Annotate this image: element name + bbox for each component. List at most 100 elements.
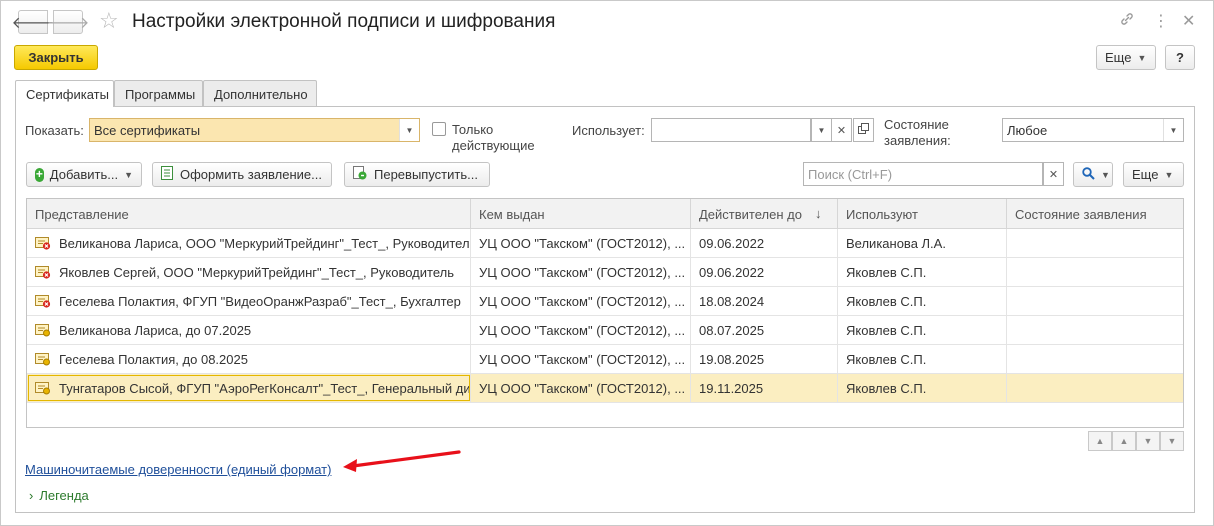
certificate-icon	[35, 382, 50, 395]
table-cell-users: Великанова Л.А.	[838, 229, 1007, 258]
search-input[interactable]: Поиск (Ctrl+F)	[803, 162, 1043, 186]
cell-text: Яковлев Сергей, ООО "МеркурийТрейдинг"_Т…	[59, 265, 454, 280]
add-label: Добавить...	[49, 167, 119, 182]
tab-additional[interactable]: Дополнительно	[203, 80, 317, 106]
apply-request-button[interactable]: Оформить заявление...	[152, 162, 332, 187]
table-cell-valid: 18.08.2024	[691, 287, 838, 316]
certificates-table[interactable]: Представление Кем выдан Действителен до …	[26, 198, 1184, 428]
machine-readable-poa-link[interactable]: Машиночитаемые доверенности (единый форм…	[25, 462, 331, 477]
chevron-down-icon: ▼	[817, 125, 826, 135]
table-row[interactable]: Великанова Лариса, до 07.2025 УЦ ООО "Так…	[27, 316, 1183, 345]
expired-certificate-icon	[35, 295, 51, 308]
table-cell-issuer: УЦ ООО "Такском" (ГОСТ2012), ...	[471, 345, 691, 374]
column-header-request-status[interactable]: Состояние заявления	[1007, 199, 1183, 229]
dropdown-caret-icon: ▼	[1137, 52, 1147, 63]
table-cell-status	[1007, 374, 1183, 403]
cell-text: 18.08.2024	[699, 294, 765, 309]
add-button[interactable]: + Добавить... ▼	[26, 162, 142, 187]
more-vertical-icon[interactable]: ⋮	[1153, 11, 1169, 31]
table-cell-valid: 19.11.2025	[691, 374, 838, 403]
chevron-down-icon[interactable]: ▼	[399, 119, 419, 141]
close-button[interactable]: Закрыть	[14, 45, 98, 70]
uses-input[interactable]	[651, 118, 811, 142]
table-cell-issuer: УЦ ООО "Такском" (ГОСТ2012), ...	[471, 316, 691, 345]
reissue-icon	[353, 166, 367, 183]
cell-text: Великанова Л.А.	[846, 236, 946, 251]
dropdown-caret-icon: ▼	[124, 169, 133, 180]
dropdown-caret-icon: ▼	[1164, 169, 1174, 180]
table-cell-status	[1007, 287, 1183, 316]
column-header-valid-until[interactable]: Действителен до ↓	[691, 199, 838, 229]
column-header-issuer[interactable]: Кем выдан	[471, 199, 691, 229]
table-cell-valid: 09.06.2022	[691, 258, 838, 287]
cell-text: УЦ ООО "Такском" (ГОСТ2012), ...	[479, 381, 686, 396]
only-active-checkbox[interactable]	[432, 122, 446, 136]
table-cell-users: Яковлев С.П.	[838, 374, 1007, 403]
table-cell-users: Яковлев С.П.	[838, 258, 1007, 287]
cell-text: УЦ ООО "Такском" (ГОСТ2012), ...	[479, 236, 686, 251]
table-cell-issuer: УЦ ООО "Такском" (ГОСТ2012), ...	[471, 374, 691, 403]
help-button[interactable]: ?	[1165, 45, 1195, 70]
show-value: Все сертификаты	[94, 122, 201, 138]
search-button[interactable]: ▼	[1073, 162, 1113, 187]
search-icon	[1082, 166, 1095, 183]
table-row[interactable]: Великанова Лариса, ООО "МеркурийТрейдинг…	[27, 229, 1183, 258]
cell-text: Геселева Полактия, до 08.2025	[59, 352, 248, 367]
scroll-top-button[interactable]: ▲	[1088, 431, 1112, 451]
cell-text: 09.06.2022	[699, 265, 765, 280]
cell-text: Великанова Лариса, до 07.2025	[59, 323, 252, 338]
cell-text: Яковлев С.П.	[846, 381, 927, 396]
cell-text: 09.06.2022	[699, 236, 765, 251]
table-cell-status	[1007, 316, 1183, 345]
cell-text: УЦ ООО "Такском" (ГОСТ2012), ...	[479, 265, 686, 280]
clear-x-icon: ✕	[1048, 168, 1059, 181]
add-plus-icon: +	[35, 166, 44, 182]
cell-text: Яковлев С.П.	[846, 294, 927, 309]
tab-programs[interactable]: Программы	[114, 80, 203, 106]
column-header-users[interactable]: Используют	[838, 199, 1007, 229]
more-button-toolbar[interactable]: Еще ▼	[1123, 162, 1184, 187]
search-clear-button[interactable]: ✕	[1043, 162, 1064, 186]
chevron-down-icon[interactable]: ▼	[1163, 119, 1183, 141]
status-select[interactable]: Любое ▼	[1002, 118, 1184, 142]
table-row[interactable]: Яковлев Сергей, ООО "МеркурийТрейдинг"_Т…	[27, 258, 1183, 287]
table-row[interactable]: Тунгатаров Сысой, ФГУП "АэроРегКонсалт"_…	[27, 374, 1183, 403]
valid-until-label: Действителен до	[699, 207, 802, 222]
cell-text: Яковлев С.П.	[846, 323, 927, 338]
table-cell-name: Яковлев Сергей, ООО "МеркурийТрейдинг"_Т…	[27, 258, 471, 287]
scroll-bottom-icon: ▼	[1167, 436, 1177, 446]
column-header-representation[interactable]: Представление	[27, 199, 471, 229]
show-select[interactable]: Все сертификаты ▼	[89, 118, 420, 142]
close-icon[interactable]: ✕	[1182, 11, 1195, 31]
link-icon[interactable]	[1119, 11, 1135, 32]
cell-text: Великанова Лариса, ООО "МеркурийТрейдинг…	[59, 236, 471, 251]
settings-window: 🡐 🡒 ☆ Настройки электронной подписи и ши…	[0, 0, 1214, 526]
table-cell-status	[1007, 229, 1183, 258]
window-title: Настройки электронной подписи и шифрован…	[132, 11, 556, 32]
table-row[interactable]: Геселева Полактия, до 08.2025 УЦ ООО "Так…	[27, 345, 1183, 374]
expired-certificate-icon	[35, 237, 51, 250]
tab-certificates[interactable]: Сертификаты	[15, 80, 114, 107]
legend-toggle[interactable]: › Легенда	[29, 488, 89, 503]
uses-clear-button[interactable]: ✕	[831, 118, 852, 142]
cell-text: Яковлев С.П.	[846, 352, 927, 367]
forward-button[interactable]: 🡒	[47, 10, 89, 34]
table-row[interactable]: Геселева Полактия, ФГУП "ВидеоОранжРазра…	[27, 287, 1183, 316]
scroll-down-button[interactable]: ▼	[1136, 431, 1160, 451]
back-button[interactable]: 🡐	[12, 10, 54, 34]
reissue-button[interactable]: Перевыпустить...	[344, 162, 490, 187]
favorite-star-icon[interactable]: ☆	[99, 8, 119, 34]
table-cell-issuer: УЦ ООО "Такском" (ГОСТ2012), ...	[471, 287, 691, 316]
cell-text: Яковлев С.П.	[846, 265, 927, 280]
more-button-top[interactable]: Еще ▼	[1096, 45, 1156, 70]
scroll-bottom-button[interactable]: ▼	[1160, 431, 1184, 451]
expired-certificate-icon	[35, 266, 51, 279]
cell-text: 08.07.2025	[699, 323, 765, 338]
table-cell-users: Яковлев С.П.	[838, 287, 1007, 316]
cell-text: УЦ ООО "Такском" (ГОСТ2012), ...	[479, 323, 686, 338]
scroll-up-button[interactable]: ▲	[1112, 431, 1136, 451]
uses-open-button[interactable]	[853, 118, 874, 142]
table-cell-issuer: УЦ ООО "Такском" (ГОСТ2012), ...	[471, 258, 691, 287]
clear-x-icon: ✕	[836, 124, 847, 137]
uses-dropdown-button[interactable]: ▼	[811, 118, 832, 142]
